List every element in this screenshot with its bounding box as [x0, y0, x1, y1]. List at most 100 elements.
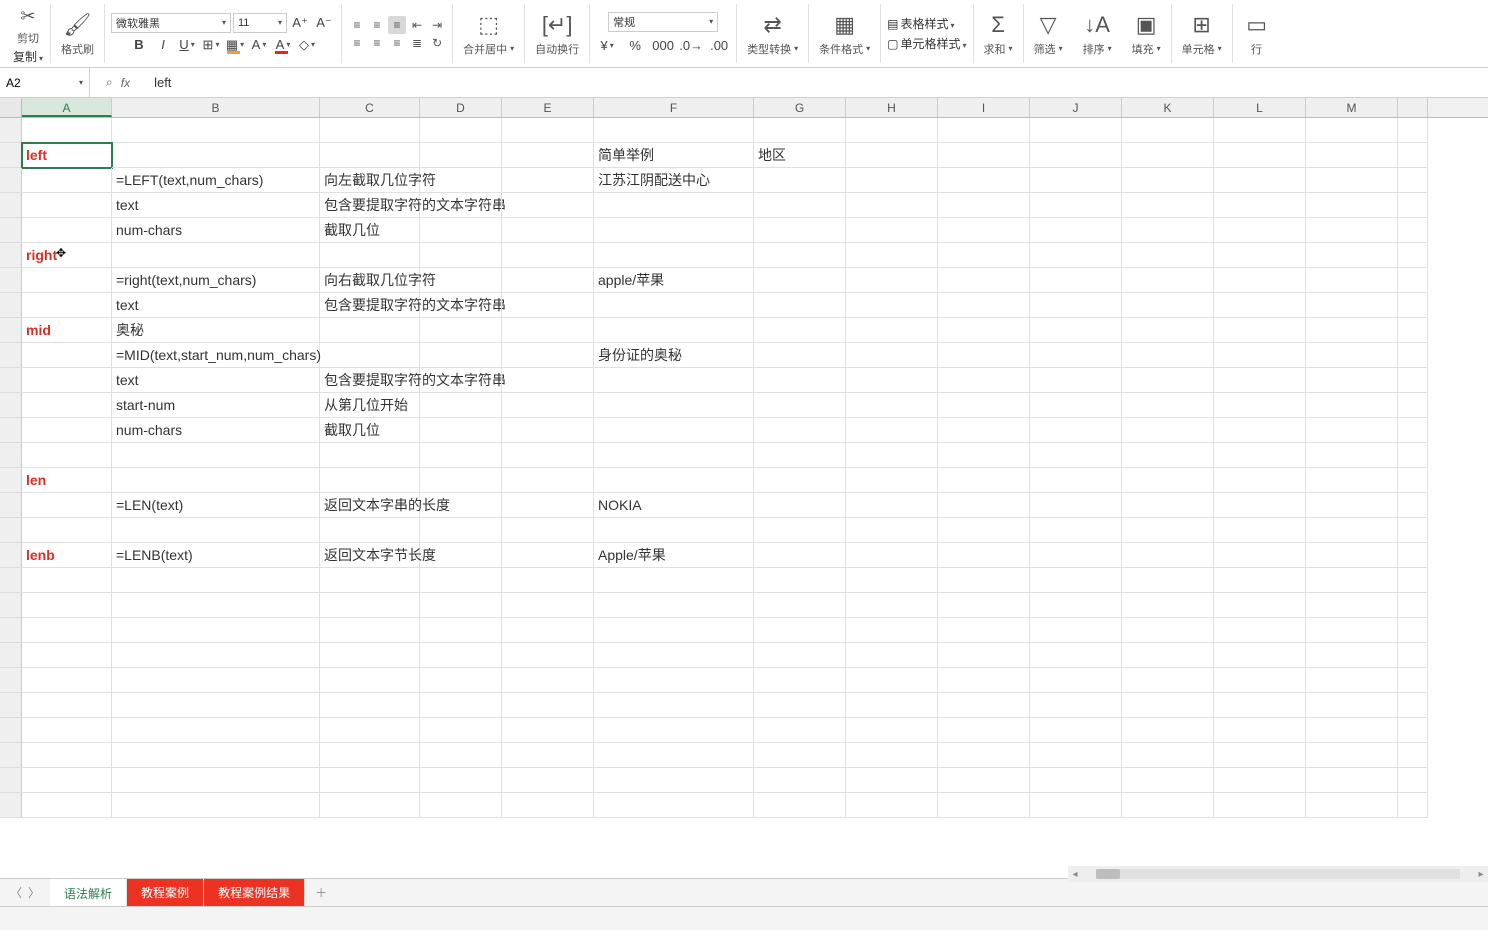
cell[interactable]: [22, 418, 112, 443]
cell[interactable]: [420, 143, 502, 168]
cell[interactable]: [420, 768, 502, 793]
cell[interactable]: [320, 468, 420, 493]
cell[interactable]: [1214, 443, 1306, 468]
cell[interactable]: [594, 518, 754, 543]
cell[interactable]: [846, 793, 938, 818]
sheet-tab-tutorial[interactable]: 教程案例: [127, 879, 204, 906]
cell[interactable]: [1214, 543, 1306, 568]
cell[interactable]: [1306, 693, 1398, 718]
cell[interactable]: [754, 743, 846, 768]
row-header[interactable]: [0, 268, 22, 293]
cell[interactable]: [846, 743, 938, 768]
col-header[interactable]: I: [938, 98, 1030, 117]
cell[interactable]: [594, 418, 754, 443]
cell[interactable]: [502, 668, 594, 693]
cell[interactable]: [846, 618, 938, 643]
cell[interactable]: [1214, 318, 1306, 343]
cell[interactable]: [320, 343, 420, 368]
cell[interactable]: [22, 193, 112, 218]
col-header[interactable]: D: [420, 98, 502, 117]
increase-decimal-icon[interactable]: .0→: [680, 36, 702, 56]
cell[interactable]: [1030, 318, 1122, 343]
cell[interactable]: [846, 243, 938, 268]
decrease-font-icon[interactable]: A⁻: [313, 13, 335, 33]
cell[interactable]: [1122, 143, 1214, 168]
cell[interactable]: [1306, 268, 1398, 293]
cell[interactable]: [1122, 218, 1214, 243]
cell[interactable]: [502, 168, 594, 193]
increase-indent-icon[interactable]: ⇥: [428, 16, 446, 34]
cell[interactable]: [938, 643, 1030, 668]
cell[interactable]: [22, 493, 112, 518]
cell[interactable]: [594, 318, 754, 343]
cell[interactable]: [420, 593, 502, 618]
cell[interactable]: [1122, 768, 1214, 793]
align-middle-icon[interactable]: ≡: [368, 16, 386, 34]
cell[interactable]: [420, 718, 502, 743]
cell[interactable]: [22, 443, 112, 468]
cell[interactable]: [1122, 518, 1214, 543]
cell[interactable]: [1214, 718, 1306, 743]
cell[interactable]: =LEFT(text,num_chars): [112, 168, 320, 193]
table-style-button[interactable]: ▤表格样式▾: [887, 15, 966, 32]
align-top-icon[interactable]: ≡: [348, 16, 366, 34]
cell[interactable]: [1398, 118, 1428, 143]
cell[interactable]: [1306, 793, 1398, 818]
cell[interactable]: left: [22, 143, 112, 168]
decrease-decimal-icon[interactable]: .00: [708, 36, 730, 56]
cell[interactable]: text: [112, 293, 320, 318]
cell[interactable]: [594, 718, 754, 743]
cell[interactable]: [1306, 318, 1398, 343]
cell[interactable]: [754, 443, 846, 468]
cell[interactable]: [1214, 193, 1306, 218]
cell[interactable]: [1214, 293, 1306, 318]
cell[interactable]: [938, 543, 1030, 568]
cell[interactable]: [938, 518, 1030, 543]
cell[interactable]: [420, 543, 502, 568]
cell[interactable]: [22, 368, 112, 393]
cell[interactable]: [1398, 443, 1428, 468]
cell[interactable]: [502, 718, 594, 743]
cell[interactable]: [1030, 143, 1122, 168]
cell[interactable]: [112, 118, 320, 143]
cell[interactable]: text: [112, 368, 320, 393]
cell[interactable]: [938, 218, 1030, 243]
cell[interactable]: [420, 668, 502, 693]
cell[interactable]: [1214, 468, 1306, 493]
cell[interactable]: [594, 293, 754, 318]
cell[interactable]: [754, 318, 846, 343]
cell[interactable]: [1030, 218, 1122, 243]
cell[interactable]: lenb: [22, 543, 112, 568]
cell[interactable]: [1214, 593, 1306, 618]
cell[interactable]: [1122, 693, 1214, 718]
cell[interactable]: [846, 543, 938, 568]
cell[interactable]: [938, 593, 1030, 618]
cell[interactable]: [420, 693, 502, 718]
cell[interactable]: [938, 268, 1030, 293]
orientation-icon[interactable]: ↻: [428, 34, 446, 52]
row-header[interactable]: [0, 193, 22, 218]
cell[interactable]: [320, 593, 420, 618]
cell[interactable]: [1122, 743, 1214, 768]
cell[interactable]: [1398, 493, 1428, 518]
cell[interactable]: [420, 243, 502, 268]
cell[interactable]: [594, 618, 754, 643]
cell[interactable]: [1214, 693, 1306, 718]
cell-style-button[interactable]: ▢单元格样式▾: [887, 35, 966, 52]
cell[interactable]: [1122, 268, 1214, 293]
cell[interactable]: [112, 743, 320, 768]
cell[interactable]: [1398, 618, 1428, 643]
cell[interactable]: [420, 193, 502, 218]
cell[interactable]: [1030, 793, 1122, 818]
cell[interactable]: [1214, 243, 1306, 268]
cell[interactable]: [594, 743, 754, 768]
cell[interactable]: [1398, 693, 1428, 718]
cell[interactable]: [502, 443, 594, 468]
cell[interactable]: 奥秘: [112, 318, 320, 343]
cell[interactable]: [420, 443, 502, 468]
cell[interactable]: [1214, 568, 1306, 593]
cell[interactable]: [754, 518, 846, 543]
cell[interactable]: [1214, 668, 1306, 693]
cell[interactable]: [502, 618, 594, 643]
merge-center-button[interactable]: ⬚ 合并居中▾: [459, 9, 518, 59]
